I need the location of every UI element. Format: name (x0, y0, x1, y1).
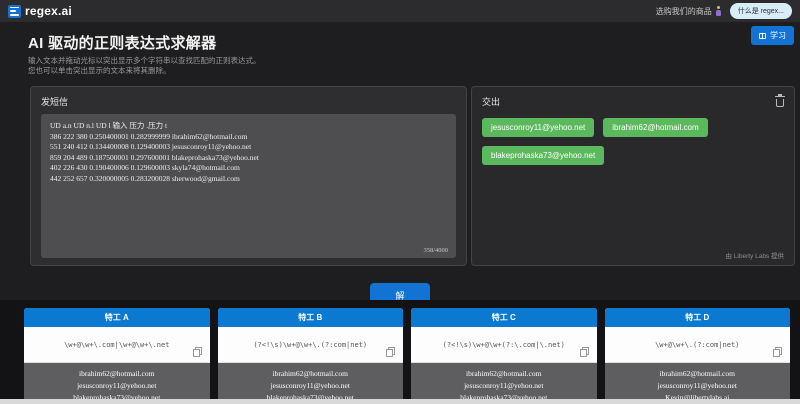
agent-regex-area: (?<!\s)\w+@\w+\.(?:com|net) (218, 327, 404, 363)
agent-card-d: 特工 D \w+@\w+\.(?:com|net) ibrahim62@hotm… (605, 308, 791, 404)
char-counter: 358/4000 (423, 247, 448, 254)
input-text-line: 442 252 657 0.320000005 0.283200028 sher… (50, 174, 447, 185)
agent-card-header: 特工 D (605, 308, 791, 327)
trash-icon[interactable] (776, 99, 784, 107)
input-text-line: 386 222 380 0.250400001 0.282999999 ibra… (50, 132, 447, 143)
agent-match: jesusconroy11@yehoo.net (411, 380, 597, 392)
input-text-line: 402 226 430 0.190400006 0.129600003 skyl… (50, 163, 447, 174)
agent-match-list: ibrahim62@hotmail.com jesusconroy11@yeho… (218, 363, 404, 404)
learn-button-label: 学习 (770, 30, 786, 41)
match-pill[interactable]: blakeprohaska73@yehoo.net (482, 146, 604, 165)
page-title: AI 驱动的正则表达式求解器 (28, 32, 772, 53)
agent-match-list: ibrahim62@hotmail.com jesusconroy11@yeho… (24, 363, 210, 404)
match-pills: jesusconroy11@yehoo.net ibrahim62@hotmai… (482, 118, 784, 165)
book-icon (759, 33, 766, 39)
copy-icon[interactable] (580, 347, 589, 357)
agent-match: ibrahim62@hotmail.com (411, 368, 597, 380)
agent-match: ibrahim62@hotmail.com (218, 368, 404, 380)
copy-icon[interactable] (193, 347, 202, 357)
agent-card-c: 特工 C (?<!\s)\w+@\w+(?:\.com|\.net) ibrah… (411, 308, 597, 404)
input-text-line: 551 240 412 0.134400008 0.129400003 jesu… (50, 142, 447, 153)
agent-regex-area: \w+@\w+\.com|\w+@\w+\.net (24, 327, 210, 363)
agent-card-header: 特工 B (218, 308, 404, 327)
match-pill[interactable]: ibrahim62@hotmail.com (603, 118, 707, 137)
agent-regex: \w+@\w+\.com|\w+@\w+\.net (58, 341, 175, 349)
agent-match: ibrahim62@hotmail.com (605, 368, 791, 380)
person-icon (715, 6, 722, 16)
agent-match: ibrahim62@hotmail.com (24, 368, 210, 380)
input-text-line: UD a.n UD n.l UD l 输入 压力 .压力 t (50, 121, 447, 132)
shop-products-label: 选购我们的商品 (656, 6, 712, 17)
navbar-right: 选购我们的商品 什么是 regex... (656, 3, 792, 19)
agents-section: 特工 A \w+@\w+\.com|\w+@\w+\.net ibrahim62… (0, 300, 800, 404)
match-pill[interactable]: jesusconroy11@yehoo.net (482, 118, 594, 137)
input-panel: 发短信 UD a.n UD n.l UD l 输入 压力 .压力 t 386 2… (30, 86, 467, 266)
input-panel-title: 发短信 (41, 95, 456, 108)
page-bottom-strip (0, 399, 800, 404)
output-panel: 交出 jesusconroy11@yehoo.net ibrahim62@hot… (471, 86, 795, 266)
workspace-panels: 发短信 UD a.n UD n.l UD l 输入 压力 .压力 t 386 2… (30, 86, 795, 266)
input-textarea[interactable]: UD a.n UD n.l UD l 输入 压力 .压力 t 386 222 3… (41, 114, 456, 258)
regex-ai-logo-icon (8, 5, 21, 18)
agent-regex-area: \w+@\w+\.(?:com|net) (605, 327, 791, 363)
agent-card-header: 特工 A (24, 308, 210, 327)
agent-match: jesusconroy11@yehoo.net (605, 380, 791, 392)
copy-icon[interactable] (386, 347, 395, 357)
agent-card-b: 特工 B (?<!\s)\w+@\w+\.(?:com|net) ibrahim… (218, 308, 404, 404)
output-panel-head: 交出 (482, 95, 784, 108)
hero-section: AI 驱动的正则表达式求解器 学习 输入文本并拖动光标以突出显示多个字符串以查找… (0, 22, 800, 76)
agent-card-a: 特工 A \w+@\w+\.com|\w+@\w+\.net ibrahim62… (24, 308, 210, 404)
agent-regex: (?<!\s)\w+@\w+(?:\.com|\.net) (437, 341, 571, 349)
powered-by-label: 由 Liberty Labs 提供 (725, 250, 784, 260)
agent-card-header: 特工 C (411, 308, 597, 327)
learn-button[interactable]: 学习 (751, 26, 794, 45)
output-panel-title: 交出 (482, 95, 500, 108)
agent-match: jesusconroy11@yehoo.net (24, 380, 210, 392)
input-text-line: 859 204 489 0.187500001 0.297600001 blak… (50, 153, 447, 164)
copy-icon[interactable] (773, 347, 782, 357)
what-is-regex-button[interactable]: 什么是 regex... (730, 3, 792, 19)
agent-regex: \w+@\w+\.(?:com|net) (649, 341, 745, 349)
brand-name: regex.ai (25, 4, 72, 18)
agent-regex: (?<!\s)\w+@\w+\.(?:com|net) (247, 341, 373, 349)
top-navbar: regex.ai 选购我们的商品 什么是 regex... (0, 0, 800, 22)
agent-match-list: ibrahim62@hotmail.com jesusconroy11@yeho… (411, 363, 597, 404)
hero-subtitle-line2: 您也可以单击突出显示的文本来将其删除。 (28, 66, 772, 76)
agent-match: jesusconroy11@yehoo.net (218, 380, 404, 392)
agent-regex-area: (?<!\s)\w+@\w+(?:\.com|\.net) (411, 327, 597, 363)
hero-subtitle-line1: 输入文本并拖动光标以突出显示多个字符串以查找匹配的正则表达式。 (28, 56, 772, 66)
brand[interactable]: regex.ai (8, 4, 72, 18)
shop-products-link[interactable]: 选购我们的商品 (656, 6, 722, 17)
agent-match-list: ibrahim62@hotmail.com jesusconroy11@yeho… (605, 363, 791, 404)
